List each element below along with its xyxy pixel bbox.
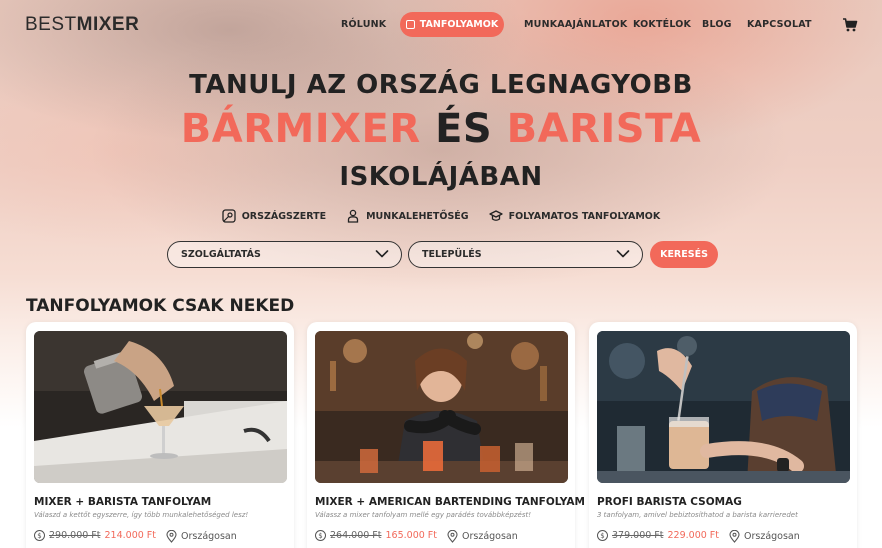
person-icon <box>347 209 359 223</box>
course-title[interactable]: MIXER + AMERICAN BARTENDING TANFOLYAM <box>315 496 585 508</box>
price-coin-icon: $ <box>34 530 45 541</box>
price-coin-icon: $ <box>315 530 326 541</box>
nav-item-koktelok[interactable]: KOKTÉLOK <box>633 19 691 30</box>
hero-word-es: ÉS <box>435 106 493 152</box>
calendar-icon <box>405 20 415 29</box>
course-subtitle: Válassz a mixer tanfolyam mellé egy pará… <box>315 511 532 519</box>
hero-headline-line3: ISKOLÁJÁBAN <box>339 162 543 192</box>
course-photo-profi-barista <box>597 331 850 483</box>
service-select[interactable]: SZOLGÁLTATÁS <box>167 241 402 268</box>
location-label: Országosan <box>744 531 800 542</box>
old-price: 264.000 Ft <box>330 530 382 541</box>
feature-folyamatos-tanfolyamok: FOLYAMATOS TANFOLYAMOK <box>488 209 661 223</box>
logo-thin-text: BEST <box>25 14 77 35</box>
course-card[interactable]: MIXER + AMERICAN BARTENDING TANFOLYAM Vá… <box>307 322 585 548</box>
old-price: 379.000 Ft <box>612 530 664 541</box>
nav-item-tanfolyamok[interactable]: TANFOLYAMOK <box>400 12 504 37</box>
chevron-down-icon <box>616 250 630 258</box>
map-icon <box>222 209 236 223</box>
new-price: 165.000 Ft <box>385 530 438 541</box>
location-pin-icon <box>447 530 458 543</box>
city-select-value: TELEPÜLÉS <box>422 249 482 260</box>
course-title[interactable]: PROFI BARISTA CSOMAG <box>597 496 742 508</box>
course-photo-american-bartending <box>315 331 568 483</box>
hero-features: ORSZÁGSZERTE MUNKALEHETŐSÉG FOLYAMATOS T… <box>0 209 882 223</box>
course-location: Országosan <box>729 530 800 543</box>
nav-item-rolunk[interactable]: RÓLUNK <box>341 19 386 30</box>
feature-label: MUNKALEHETŐSÉG <box>366 210 469 222</box>
graduation-cap-icon <box>488 210 503 221</box>
course-location: Országosan <box>166 530 237 543</box>
nav-item-kapcsolat[interactable]: KAPCSOLAT <box>747 19 812 30</box>
nav-item-blog[interactable]: BLOG <box>702 19 732 30</box>
feature-label: ORSZÁGSZERTE <box>241 210 327 222</box>
course-price: $ 264.000 Ft 165.000 Ft <box>315 530 437 541</box>
feature-label: FOLYAMATOS TANFOLYAMOK <box>508 210 661 222</box>
course-title[interactable]: MIXER + BARISTA TANFOLYAM <box>34 496 211 508</box>
course-price: $ 290.000 Ft 214.000 Ft <box>34 530 156 541</box>
nav-item-munkaajanlatok[interactable]: MUNKAAJÁNLATOK <box>524 19 627 30</box>
course-card[interactable]: PROFI BARISTA CSOMAG 3 tanfolyam, amivel… <box>589 322 857 548</box>
logo-bold-text: MIXER <box>76 14 140 35</box>
hero-headline-line1: TANULJ AZ ORSZÁG LEGNAGYOBB <box>189 70 693 100</box>
price-coin-icon: $ <box>597 530 608 541</box>
hero-headline-line2: BÁRMIXER ÉS BARISTA <box>0 106 882 152</box>
hero-accent-barista: BARISTA <box>506 106 702 152</box>
course-card[interactable]: MIXER + BARISTA TANFOLYAM Válaszd a kett… <box>26 322 294 548</box>
new-price: 214.000 Ft <box>104 530 157 541</box>
course-price: $ 379.000 Ft 229.000 Ft <box>597 530 719 541</box>
shopping-cart-icon[interactable] <box>842 17 858 33</box>
search-button[interactable]: KERESÉS <box>650 241 718 268</box>
location-label: Országosan <box>181 531 237 542</box>
course-photo-mixer-barista <box>34 331 287 483</box>
course-location: Országosan <box>447 530 518 543</box>
course-subtitle: Válaszd a kettőt egyszerre, így több mun… <box>34 511 249 519</box>
feature-orszagszerte: ORSZÁGSZERTE <box>222 209 326 223</box>
location-pin-icon <box>166 530 177 543</box>
brand-logo[interactable]: BESTMIXER <box>25 14 139 36</box>
location-pin-icon <box>729 530 740 543</box>
nav-item-label: TANFOLYAMOK <box>419 19 499 30</box>
top-navigation: BESTMIXER RÓLUNK TANFOLYAMOK MUNKAAJÁNLA… <box>0 0 882 50</box>
old-price: 290.000 Ft <box>49 530 101 541</box>
hero-accent-barmixer: BÁRMIXER <box>180 106 421 152</box>
service-select-value: SZOLGÁLTATÁS <box>181 249 261 260</box>
chevron-down-icon <box>375 250 389 258</box>
city-select[interactable]: TELEPÜLÉS <box>408 241 643 268</box>
course-subtitle: 3 tanfolyam, amivel bebiztosíthatod a ba… <box>597 511 798 519</box>
new-price: 229.000 Ft <box>667 530 720 541</box>
section-title: TANFOLYAMOK CSAK NEKED <box>26 296 295 316</box>
feature-munkalehetoseg: MUNKALEHETŐSÉG <box>346 209 469 223</box>
location-label: Országosan <box>462 531 518 542</box>
